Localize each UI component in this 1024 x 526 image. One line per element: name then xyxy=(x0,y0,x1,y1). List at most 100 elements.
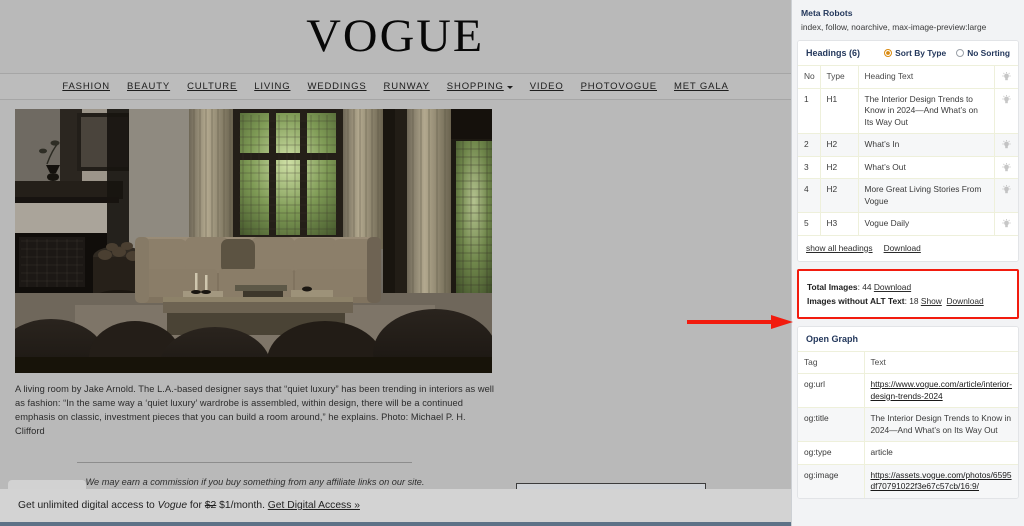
heading-highlight-cell[interactable] xyxy=(994,133,1018,156)
heading-type-cell: H2 xyxy=(820,155,859,179)
heading-text-cell: What’s In xyxy=(858,133,995,156)
images-without-alt-download-link[interactable]: Download xyxy=(946,296,983,306)
open-graph-row: og:image https://assets.vogue.com/photos/… xyxy=(798,463,1018,498)
og-value-link[interactable]: https://www.vogue.com/article/interior-d… xyxy=(871,379,1013,401)
images-summary-box-highlighted: Total Images: 44 Download Images without… xyxy=(797,268,1019,319)
radio-no-sorting[interactable]: No Sorting xyxy=(956,48,1010,58)
headings-col-no: No xyxy=(798,65,821,88)
lightbulb-icon[interactable] xyxy=(1002,219,1011,229)
heading-row: 3 H2 What’s Out xyxy=(798,155,1018,179)
lightbulb-icon[interactable] xyxy=(1002,185,1011,195)
nav-item-living[interactable]: LIVING xyxy=(254,81,290,92)
bottom-strip xyxy=(0,522,791,526)
nav-item-photovogue[interactable]: PHOTOVOGUE xyxy=(581,81,657,92)
heading-row: 1 H1 The Interior Design Trends to Know in… xyxy=(798,87,1018,134)
lightbulb-icon[interactable] xyxy=(1002,72,1011,82)
heading-text-cell: Vogue Daily xyxy=(858,212,995,235)
get-digital-access-link[interactable]: Get Digital Access » xyxy=(268,500,360,511)
og-col-text: Text xyxy=(864,350,1018,374)
image-caption: A living room by Jake Arnold. The L.A.-b… xyxy=(15,384,495,436)
open-graph-table-body: og:url https://www.vogue.com/article/inte… xyxy=(798,373,1018,498)
images-without-alt-label: Images without ALT Text xyxy=(807,295,905,306)
open-graph-row: og:url https://www.vogue.com/article/inte… xyxy=(798,373,1018,408)
radio-dot-icon[interactable] xyxy=(956,49,965,57)
heading-type-cell: H2 xyxy=(820,133,859,156)
nav-item-label: FASHION xyxy=(62,81,110,92)
total-images-value: : 44 xyxy=(857,281,874,292)
radio-sort-by-type[interactable]: Sort By Type xyxy=(884,48,946,58)
nav-item-culture[interactable]: CULTURE xyxy=(187,81,237,92)
nav-item-label: SHOPPING xyxy=(446,81,504,92)
open-graph-card: Open Graph Tag Text og:url https://www.vog… xyxy=(797,325,1019,499)
heading-text-cell: More Great Living Stories From Vogue xyxy=(858,178,995,213)
og-text-cell[interactable]: https://www.vogue.com/article/interior-d… xyxy=(864,373,1018,408)
og-text-cell: The Interior Design Trends to Know in 20… xyxy=(864,407,1018,442)
heading-row: 4 H2 More Great Living Stories From Vogue xyxy=(798,178,1018,213)
divider xyxy=(77,462,412,463)
og-tag-cell: og:title xyxy=(798,407,865,442)
headings-card: Headings (6) Sort By Type No Sorting No T… xyxy=(797,40,1019,262)
headings-table-header-row: No Type Heading Text xyxy=(798,65,1018,88)
nav-item-label: BEAUTY xyxy=(126,81,171,92)
images-without-alt-value: : 18 xyxy=(904,295,921,306)
headings-card-header: Headings (6) Sort By Type No Sorting xyxy=(798,41,1018,65)
heading-no-cell: 2 xyxy=(798,133,821,156)
nav-item-met-gala[interactable]: MET GALA xyxy=(674,81,729,92)
screenshot-root: VOGUE FASHION BEAUTY CULTURE LIVING WEDDINGS… xyxy=(0,0,1024,526)
meta-robots-title: Meta Robots xyxy=(801,8,853,18)
nav-item-fashion[interactable]: FASHION xyxy=(62,81,110,92)
heading-text-cell: The Interior Design Trends to Know in 20… xyxy=(858,87,995,134)
show-all-headings-link[interactable]: show all headings xyxy=(806,243,873,253)
nav-item-label: PHOTOVOGUE xyxy=(580,81,657,92)
vogue-logo[interactable]: VOGUE xyxy=(307,13,485,60)
open-graph-header-row: Tag Text xyxy=(798,350,1018,374)
heading-highlight-cell[interactable] xyxy=(994,212,1018,235)
heading-row: 5 H3 Vogue Daily xyxy=(798,212,1018,235)
nav-item-label: MET GALA xyxy=(673,81,729,92)
heading-no-cell: 1 xyxy=(798,87,821,134)
lightbulb-icon[interactable] xyxy=(1002,140,1011,150)
total-images-download-link[interactable]: Download xyxy=(874,282,911,292)
radio-no-sorting-label: No Sorting xyxy=(967,48,1010,58)
subscription-old-price: $2 xyxy=(204,500,217,511)
total-images-line: Total Images: 44 Download xyxy=(807,280,1009,294)
images-without-alt-show-link[interactable]: Show xyxy=(921,296,942,306)
open-graph-table: Tag Text og:url https://www.vogue.com/arti… xyxy=(798,350,1018,498)
subscription-new-price: $1/month. xyxy=(216,500,268,511)
subscription-bar: Get unlimited digital access to Vogue fo… xyxy=(0,489,791,522)
og-value-link[interactable]: https://assets.vogue.com/photos/6595df70… xyxy=(871,470,1012,492)
heading-type-cell: H2 xyxy=(820,178,859,213)
subscription-mid: for xyxy=(187,500,205,511)
og-tag-cell: og:url xyxy=(798,373,865,408)
heading-highlight-cell[interactable] xyxy=(994,87,1018,134)
hero-image-wrap xyxy=(0,100,791,373)
nav-item-weddings[interactable]: WEDDINGS xyxy=(307,81,366,92)
images-without-alt-line: Images without ALT Text: 18 Show Downloa… xyxy=(807,294,1009,308)
heading-highlight-cell[interactable] xyxy=(994,178,1018,213)
heading-row: 2 H2 What’s In xyxy=(798,133,1018,156)
nav-item-label: RUNWAY xyxy=(383,81,430,92)
vogue-article-page: VOGUE FASHION BEAUTY CULTURE LIVING WEDDINGS… xyxy=(0,0,791,526)
headings-sort-radio-group: Sort By Type No Sorting xyxy=(884,48,1010,58)
headings-col-type: Type xyxy=(820,65,859,88)
nav-item-shopping[interactable]: SHOPPING xyxy=(447,81,513,92)
headings-download-link[interactable]: Download xyxy=(884,243,921,253)
nav-item-video[interactable]: VIDEO xyxy=(530,81,564,92)
article-hero-image xyxy=(15,109,492,373)
subscription-prefix: Get unlimited digital access to xyxy=(18,500,158,511)
nav-item-beauty[interactable]: BEAUTY xyxy=(127,81,170,92)
nav-item-label: CULTURE xyxy=(187,81,238,92)
affiliate-disclosure: We may earn a commission if you buy some… xyxy=(85,477,425,487)
og-text-cell[interactable]: https://assets.vogue.com/photos/6595df70… xyxy=(864,463,1018,498)
heading-highlight-cell[interactable] xyxy=(994,155,1018,179)
og-tag-cell: og:image xyxy=(798,463,865,498)
meta-robots-value: index, follow, noarchive, max-image-prev… xyxy=(801,22,987,32)
radio-dot-selected-icon[interactable] xyxy=(884,49,893,57)
meta-robots-section: Meta Robots index, follow, noarchive, ma… xyxy=(792,0,1024,40)
headings-col-heading-text: Heading Text xyxy=(858,65,995,88)
nav-item-runway[interactable]: RUNWAY xyxy=(384,81,430,92)
open-graph-row: og:title The Interior Design Trends to Kn… xyxy=(798,407,1018,442)
lightbulb-icon[interactable] xyxy=(1002,162,1011,173)
lightbulb-icon[interactable] xyxy=(1002,94,1011,105)
og-text-cell: article xyxy=(864,441,1018,464)
